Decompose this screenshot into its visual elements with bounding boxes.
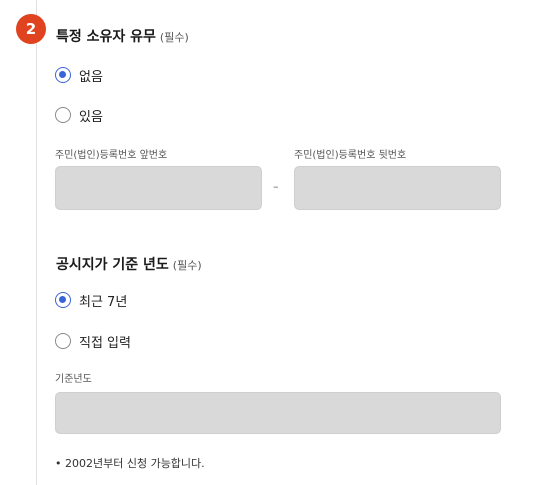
radio-unchecked-icon[interactable]: [55, 107, 71, 123]
radio-checked-icon[interactable]: [55, 67, 71, 83]
owner-section-title-text: 특정 소유자 유무: [56, 29, 156, 45]
rrn-separator: –: [273, 180, 279, 193]
step-number-badge: 2: [16, 14, 46, 44]
base-year-label: 기준년도: [55, 374, 92, 385]
rrn-front-label: 주민(법인)등록번호 앞번호: [55, 150, 168, 161]
step-guide-line: [36, 0, 37, 485]
rrn-back-label: 주민(법인)등록번호 뒷번호: [294, 150, 407, 161]
radio-checked-icon[interactable]: [55, 292, 71, 308]
year-section-title-text: 공시지가 기준 년도: [56, 257, 169, 273]
year-option-manual-label: 직접 입력: [79, 335, 131, 351]
year-section-title: 공시지가 기준 년도 (필수): [56, 254, 202, 274]
year-note: • 2002년부터 신청 가능합니다.: [55, 457, 205, 470]
owner-option-exists-label: 있음: [79, 109, 103, 125]
owner-required-marker: (필수): [159, 31, 189, 44]
base-year-input[interactable]: [55, 392, 501, 434]
owner-section-title: 특정 소유자 유무 (필수): [56, 26, 189, 46]
year-required-marker: (필수): [172, 259, 202, 272]
year-option-manual[interactable]: 직접 입력: [55, 331, 131, 351]
owner-option-exists[interactable]: 있음: [55, 105, 103, 125]
year-option-recent-label: 최근 7년: [79, 294, 128, 310]
owner-option-none-label: 없음: [79, 69, 103, 85]
radio-unchecked-icon[interactable]: [55, 333, 71, 349]
year-option-recent[interactable]: 최근 7년: [55, 290, 127, 310]
rrn-back-input[interactable]: [294, 166, 501, 210]
owner-option-none[interactable]: 없음: [55, 65, 103, 85]
rrn-front-input[interactable]: [55, 166, 262, 210]
